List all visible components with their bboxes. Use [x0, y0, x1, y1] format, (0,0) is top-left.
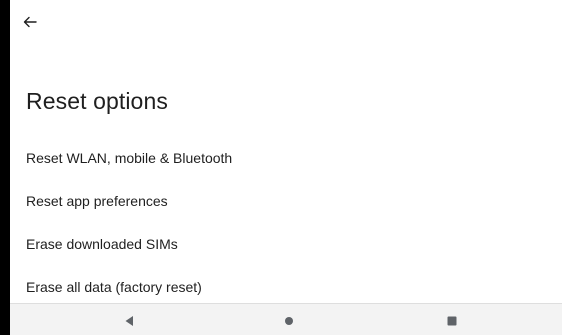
nav-back-triangle-icon	[125, 316, 133, 326]
back-button[interactable]	[18, 10, 42, 34]
reset-app-preferences-option[interactable]: Reset app preferences	[10, 179, 562, 222]
page-title: Reset options	[26, 88, 168, 114]
nav-recents-button[interactable]	[443, 312, 461, 330]
arrow-back-icon	[23, 16, 37, 28]
nav-home-button[interactable]	[280, 312, 298, 330]
reset-options-list: Reset WLAN, mobile & Bluetooth Reset app…	[10, 136, 562, 308]
nav-recents-square-icon	[447, 316, 457, 326]
nav-back-button[interactable]	[120, 312, 138, 330]
erase-downloaded-sims-option[interactable]: Erase downloaded SIMs	[10, 222, 562, 265]
settings-screen: Reset options Reset WLAN, mobile & Bluet…	[10, 0, 562, 335]
system-navigation-bar	[10, 303, 562, 335]
nav-home-circle-icon	[285, 317, 293, 325]
reset-wlan-mobile-bluetooth-option[interactable]: Reset WLAN, mobile & Bluetooth	[10, 136, 562, 179]
factory-reset-option[interactable]: Erase all data (factory reset)	[10, 265, 562, 308]
